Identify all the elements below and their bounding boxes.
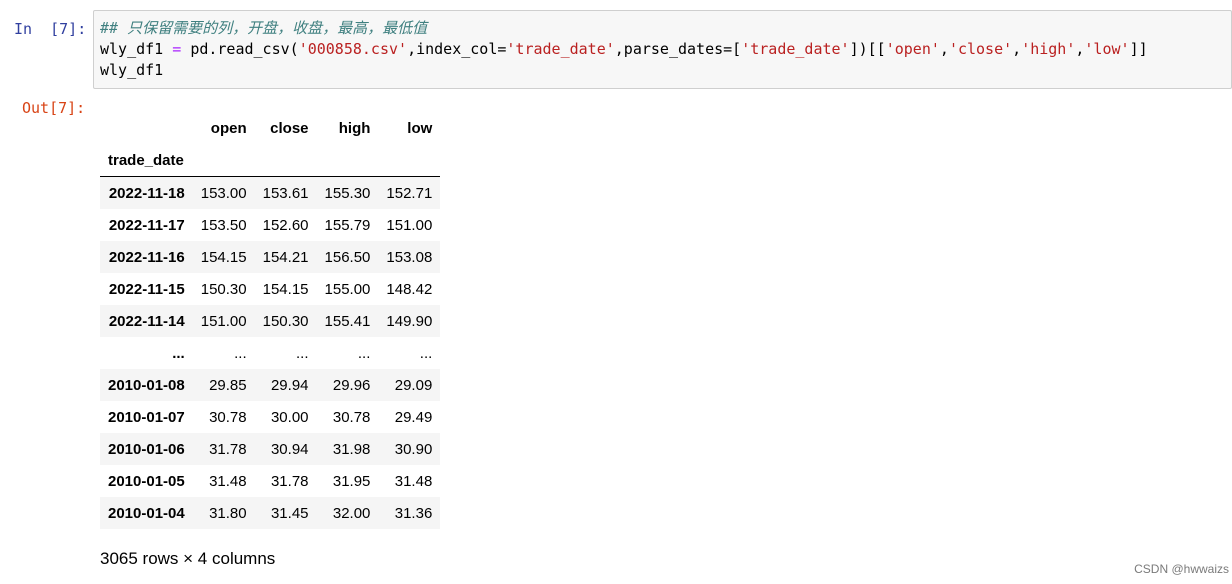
output-area: open close high low trade_date 2022-11-1… — [100, 112, 441, 569]
column-header-close: close — [270, 119, 309, 137]
cell-close: 153.61 — [262, 184, 309, 202]
code-string: 'trade_date' — [741, 40, 850, 58]
code-string: '000858.csv' — [298, 40, 408, 58]
code-string: 'open' — [885, 40, 940, 58]
column-header-row: open close high low — [100, 112, 440, 144]
table-row: 2022-11-15 150.30 154.15 155.00 148.42 — [100, 273, 441, 305]
table-row: 2022-11-16 154.15 154.21 156.50 153.08 — [100, 241, 441, 273]
index-name: trade_date — [108, 151, 184, 169]
cell-low: 151.00 — [386, 216, 433, 234]
table-row: 2022-11-18 153.00 153.61 155.30 152.71 — [100, 176, 441, 209]
cell-high: 156.50 — [324, 248, 371, 266]
cell-open: 151.00 — [200, 312, 247, 330]
cell-close: 154.15 — [262, 280, 309, 298]
row-index: 2022-11-18 — [108, 184, 185, 202]
row-index: 2010-01-08 — [108, 376, 185, 394]
row-index: 2010-01-04 — [108, 504, 185, 522]
cell-high: 155.30 — [324, 184, 371, 202]
code-text: ]] — [1129, 40, 1148, 58]
cell-low: 149.90 — [386, 312, 433, 330]
cell-low: 152.71 — [386, 184, 433, 202]
cell-high: 155.00 — [324, 280, 371, 298]
cell-close: 30.94 — [270, 440, 309, 458]
cell-high: 30.78 — [332, 408, 371, 426]
input-prompt: In [7]: — [14, 20, 87, 38]
code-text: ,parse_dates=[ — [614, 40, 742, 58]
row-index: 2010-01-07 — [108, 408, 185, 426]
cell-open: 153.00 — [200, 184, 247, 202]
cell-close: 31.45 — [270, 504, 309, 522]
code-text: ])[[ — [849, 40, 886, 58]
cell-low: 31.36 — [394, 504, 433, 522]
row-index: 2022-11-15 — [108, 280, 185, 298]
corner-cell — [100, 112, 193, 144]
table-row: 2022-11-14 151.00 150.30 155.41 149.90 — [100, 305, 441, 337]
cell-low: 31.48 — [394, 472, 433, 490]
row-index: ... — [172, 344, 185, 362]
code-text: , — [939, 40, 949, 58]
cell-open: 154.15 — [200, 248, 247, 266]
cell-high: ... — [357, 344, 371, 362]
cell-low: 29.49 — [394, 408, 433, 426]
cell-high: 155.41 — [324, 312, 371, 330]
row-index: 2022-11-16 — [108, 248, 185, 266]
cell-low: 153.08 — [386, 248, 433, 266]
table-row: 2010-01-04 31.80 31.45 32.00 31.36 — [100, 497, 441, 529]
code-text: , — [1012, 40, 1022, 58]
code-cell-editor[interactable]: ## 只保留需要的列，开盘，收盘，最高，最低值 wly_df1 = pd.rea… — [93, 10, 1232, 89]
code-op: = — [163, 40, 191, 58]
cell-low: 29.09 — [394, 376, 433, 394]
shape-summary: 3065 rows × 4 columns — [100, 549, 276, 568]
code-var: wly_df1 — [100, 40, 164, 58]
code-line3: wly_df1 — [100, 61, 164, 79]
code-string: 'close' — [948, 40, 1013, 58]
cell-open: 30.78 — [209, 408, 247, 426]
cell-close: 29.94 — [270, 376, 309, 394]
cell-open: ... — [234, 344, 247, 362]
row-index: 2022-11-17 — [108, 216, 185, 234]
row-index: 2022-11-14 — [108, 312, 185, 330]
cell-low: 30.90 — [394, 440, 433, 458]
output-prompt: Out[7]: — [22, 99, 86, 117]
code-call: pd.read_csv( — [190, 40, 299, 58]
cell-open: 31.78 — [209, 440, 247, 458]
table-row: 2022-11-17 153.50 152.60 155.79 151.00 — [100, 209, 441, 241]
table-row: 2010-01-05 31.48 31.78 31.95 31.48 — [100, 465, 441, 497]
table-row: 2010-01-07 30.78 30.00 30.78 29.49 — [100, 401, 441, 433]
cell-close: 30.00 — [270, 408, 309, 426]
code-string: 'high' — [1021, 40, 1076, 58]
table-row: 2010-01-08 29.85 29.94 29.96 29.09 — [100, 369, 441, 401]
cell-close: 154.21 — [262, 248, 309, 266]
cell-open: 31.48 — [209, 472, 247, 490]
table-row: 2010-01-06 31.78 30.94 31.98 30.90 — [100, 433, 441, 465]
dataframe-table: open close high low trade_date 2022-11-1… — [100, 112, 441, 529]
table-row: ............... — [100, 337, 441, 369]
cell-close: 31.78 — [270, 472, 309, 490]
cell-close: 150.30 — [262, 312, 309, 330]
code-string: 'trade_date' — [506, 40, 615, 58]
watermark: CSDN @hwwaizs — [1134, 562, 1229, 576]
cell-high: 31.95 — [332, 472, 371, 490]
cell-high: 32.00 — [332, 504, 371, 522]
code-text: ,index_col= — [407, 40, 507, 58]
cell-close: ... — [296, 344, 309, 362]
column-header-high: high — [338, 119, 371, 137]
row-index: 2010-01-05 — [108, 472, 185, 490]
row-index: 2010-01-06 — [108, 440, 185, 458]
column-header-low: low — [407, 119, 433, 137]
cell-open: 150.30 — [200, 280, 247, 298]
cell-open: 153.50 — [200, 216, 247, 234]
column-header-open: open — [210, 119, 247, 137]
cell-high: 29.96 — [332, 376, 371, 394]
cell-open: 29.85 — [209, 376, 247, 394]
cell-close: 152.60 — [262, 216, 309, 234]
index-name-row: trade_date — [100, 144, 441, 177]
cell-low: 148.42 — [386, 280, 433, 298]
cell-open: 31.80 — [209, 504, 247, 522]
cell-high: 31.98 — [332, 440, 371, 458]
code-comment: ## 只保留需要的列，开盘，收盘，最高，最低值 — [100, 19, 428, 37]
cell-high: 155.79 — [324, 216, 371, 234]
cell-low: ... — [419, 344, 433, 362]
code-string: 'low' — [1084, 40, 1130, 58]
